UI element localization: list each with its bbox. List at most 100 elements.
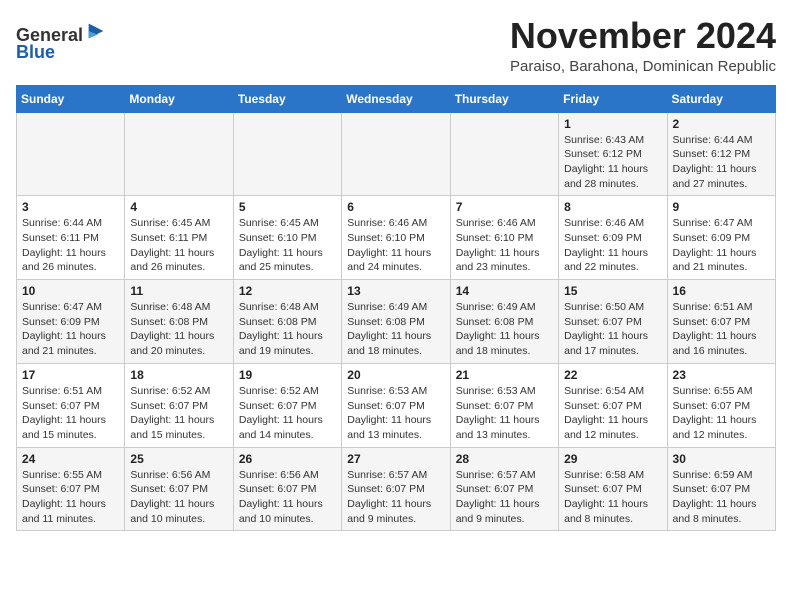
month-title: November 2024 bbox=[510, 16, 776, 56]
day-info: Sunrise: 6:57 AM Sunset: 6:07 PM Dayligh… bbox=[456, 468, 553, 527]
day-number: 14 bbox=[456, 284, 553, 298]
day-number: 15 bbox=[564, 284, 661, 298]
day-number: 21 bbox=[456, 368, 553, 382]
day-info: Sunrise: 6:49 AM Sunset: 6:08 PM Dayligh… bbox=[456, 300, 553, 359]
calendar-cell bbox=[125, 112, 233, 196]
day-number: 3 bbox=[22, 200, 119, 214]
day-info: Sunrise: 6:43 AM Sunset: 6:12 PM Dayligh… bbox=[564, 133, 661, 192]
day-info: Sunrise: 6:49 AM Sunset: 6:08 PM Dayligh… bbox=[347, 300, 444, 359]
day-info: Sunrise: 6:51 AM Sunset: 6:07 PM Dayligh… bbox=[22, 384, 119, 443]
calendar-week-row: 1 Sunrise: 6:43 AM Sunset: 6:12 PM Daylig… bbox=[17, 112, 776, 196]
calendar-cell: 7 Sunrise: 6:46 AM Sunset: 6:10 PM Daylig… bbox=[450, 196, 558, 280]
calendar-cell: 25Sunrise: 6:56 AM Sunset: 6:07 PM Dayli… bbox=[125, 447, 233, 531]
day-number: 23 bbox=[673, 368, 770, 382]
calendar-cell bbox=[233, 112, 341, 196]
calendar-cell: 17 Sunrise: 6:51 AM Sunset: 6:07 PM Dayli… bbox=[17, 363, 125, 447]
day-info: Sunrise: 6:45 AM Sunset: 6:10 PM Dayligh… bbox=[239, 216, 336, 275]
calendar-cell: 9 Sunrise: 6:47 AM Sunset: 6:09 PM Daylig… bbox=[667, 196, 775, 280]
calendar-cell: 28 Sunrise: 6:57 AM Sunset: 6:07 PM Dayli… bbox=[450, 447, 558, 531]
day-number: 16 bbox=[673, 284, 770, 298]
day-number: 18 bbox=[130, 368, 227, 382]
day-number: 30 bbox=[673, 452, 770, 466]
calendar-cell bbox=[17, 112, 125, 196]
calendar-cell: 2Sunrise: 6:44 AM Sunset: 6:12 PM Daylig… bbox=[667, 112, 775, 196]
day-number: 7 bbox=[456, 200, 553, 214]
day-info: Sunrise: 6:55 AM Sunset: 6:07 PM Dayligh… bbox=[673, 384, 770, 443]
day-number: 26 bbox=[239, 452, 336, 466]
day-info: Sunrise: 6:52 AM Sunset: 6:07 PM Dayligh… bbox=[130, 384, 227, 443]
day-number: 22 bbox=[564, 368, 661, 382]
calendar-cell: 8 Sunrise: 6:46 AM Sunset: 6:09 PM Daylig… bbox=[559, 196, 667, 280]
day-info: Sunrise: 6:48 AM Sunset: 6:08 PM Dayligh… bbox=[130, 300, 227, 359]
calendar-cell: 11 Sunrise: 6:48 AM Sunset: 6:08 PM Dayli… bbox=[125, 280, 233, 364]
day-number: 25 bbox=[130, 452, 227, 466]
day-of-week-header: Tuesday bbox=[233, 85, 341, 112]
calendar-table: SundayMondayTuesdayWednesdayThursdayFrid… bbox=[16, 85, 776, 532]
day-number: 20 bbox=[347, 368, 444, 382]
day-info: Sunrise: 6:48 AM Sunset: 6:08 PM Dayligh… bbox=[239, 300, 336, 359]
logo: General Blue bbox=[16, 20, 107, 63]
calendar-cell: 15 Sunrise: 6:50 AM Sunset: 6:07 PM Dayli… bbox=[559, 280, 667, 364]
day-number: 28 bbox=[456, 452, 553, 466]
day-info: Sunrise: 6:58 AM Sunset: 6:07 PM Dayligh… bbox=[564, 468, 661, 527]
day-of-week-header: Wednesday bbox=[342, 85, 450, 112]
calendar-cell: 18 Sunrise: 6:52 AM Sunset: 6:07 PM Dayli… bbox=[125, 363, 233, 447]
calendar-cell: 5 Sunrise: 6:45 AM Sunset: 6:10 PM Daylig… bbox=[233, 196, 341, 280]
day-number: 8 bbox=[564, 200, 661, 214]
day-number: 27 bbox=[347, 452, 444, 466]
calendar-header: SundayMondayTuesdayWednesdayThursdayFrid… bbox=[17, 85, 776, 112]
day-info: Sunrise: 6:44 AM Sunset: 6:12 PM Dayligh… bbox=[673, 133, 770, 192]
calendar-week-row: 24 Sunrise: 6:55 AM Sunset: 6:07 PM Dayli… bbox=[17, 447, 776, 531]
day-info: Sunrise: 6:44 AM Sunset: 6:11 PM Dayligh… bbox=[22, 216, 119, 275]
day-number: 13 bbox=[347, 284, 444, 298]
logo-blue-text: Blue bbox=[16, 42, 55, 63]
day-number: 1 bbox=[564, 117, 661, 131]
day-info: Sunrise: 6:46 AM Sunset: 6:10 PM Dayligh… bbox=[456, 216, 553, 275]
day-info: Sunrise: 6:55 AM Sunset: 6:07 PM Dayligh… bbox=[22, 468, 119, 527]
calendar-cell: 23 Sunrise: 6:55 AM Sunset: 6:07 PM Dayli… bbox=[667, 363, 775, 447]
calendar-cell: 1 Sunrise: 6:43 AM Sunset: 6:12 PM Daylig… bbox=[559, 112, 667, 196]
day-of-week-header: Sunday bbox=[17, 85, 125, 112]
day-of-week-header: Monday bbox=[125, 85, 233, 112]
day-number: 4 bbox=[130, 200, 227, 214]
day-number: 5 bbox=[239, 200, 336, 214]
calendar-cell: 27 Sunrise: 6:57 AM Sunset: 6:07 PM Dayli… bbox=[342, 447, 450, 531]
calendar-cell: 30 Sunrise: 6:59 AM Sunset: 6:07 PM Dayli… bbox=[667, 447, 775, 531]
day-number: 17 bbox=[22, 368, 119, 382]
day-info: Sunrise: 6:46 AM Sunset: 6:10 PM Dayligh… bbox=[347, 216, 444, 275]
calendar-week-row: 3 Sunrise: 6:44 AM Sunset: 6:11 PM Daylig… bbox=[17, 196, 776, 280]
day-info: Sunrise: 6:57 AM Sunset: 6:07 PM Dayligh… bbox=[347, 468, 444, 527]
day-number: 11 bbox=[130, 284, 227, 298]
day-number: 6 bbox=[347, 200, 444, 214]
day-number: 12 bbox=[239, 284, 336, 298]
day-number: 10 bbox=[22, 284, 119, 298]
day-header-row: SundayMondayTuesdayWednesdayThursdayFrid… bbox=[17, 85, 776, 112]
day-number: 24 bbox=[22, 452, 119, 466]
logo-icon bbox=[85, 20, 107, 42]
day-info: Sunrise: 6:59 AM Sunset: 6:07 PM Dayligh… bbox=[673, 468, 770, 527]
day-info: Sunrise: 6:53 AM Sunset: 6:07 PM Dayligh… bbox=[347, 384, 444, 443]
page-header: General Blue November 2024 Paraiso, Bara… bbox=[16, 16, 776, 75]
day-info: Sunrise: 6:47 AM Sunset: 6:09 PM Dayligh… bbox=[22, 300, 119, 359]
day-info: Sunrise: 6:56 AM Sunset: 6:07 PM Dayligh… bbox=[239, 468, 336, 527]
day-info: Sunrise: 6:51 AM Sunset: 6:07 PM Dayligh… bbox=[673, 300, 770, 359]
calendar-cell bbox=[450, 112, 558, 196]
calendar-cell: 14 Sunrise: 6:49 AM Sunset: 6:08 PM Dayli… bbox=[450, 280, 558, 364]
title-block: November 2024 Paraiso, Barahona, Dominic… bbox=[510, 16, 776, 75]
day-of-week-header: Saturday bbox=[667, 85, 775, 112]
calendar-cell: 16 Sunrise: 6:51 AM Sunset: 6:07 PM Dayli… bbox=[667, 280, 775, 364]
day-info: Sunrise: 6:46 AM Sunset: 6:09 PM Dayligh… bbox=[564, 216, 661, 275]
calendar-cell: 19Sunrise: 6:52 AM Sunset: 6:07 PM Dayli… bbox=[233, 363, 341, 447]
day-info: Sunrise: 6:45 AM Sunset: 6:11 PM Dayligh… bbox=[130, 216, 227, 275]
day-info: Sunrise: 6:52 AM Sunset: 6:07 PM Dayligh… bbox=[239, 384, 336, 443]
day-info: Sunrise: 6:47 AM Sunset: 6:09 PM Dayligh… bbox=[673, 216, 770, 275]
calendar-cell: 13 Sunrise: 6:49 AM Sunset: 6:08 PM Dayli… bbox=[342, 280, 450, 364]
day-info: Sunrise: 6:50 AM Sunset: 6:07 PM Dayligh… bbox=[564, 300, 661, 359]
calendar-cell: 20 Sunrise: 6:53 AM Sunset: 6:07 PM Dayli… bbox=[342, 363, 450, 447]
calendar-cell: 10 Sunrise: 6:47 AM Sunset: 6:09 PM Dayli… bbox=[17, 280, 125, 364]
calendar-cell: 4 Sunrise: 6:45 AM Sunset: 6:11 PM Daylig… bbox=[125, 196, 233, 280]
calendar-cell: 22Sunrise: 6:54 AM Sunset: 6:07 PM Dayli… bbox=[559, 363, 667, 447]
location-subtitle: Paraiso, Barahona, Dominican Republic bbox=[510, 58, 776, 75]
day-number: 9 bbox=[673, 200, 770, 214]
calendar-week-row: 17 Sunrise: 6:51 AM Sunset: 6:07 PM Dayli… bbox=[17, 363, 776, 447]
